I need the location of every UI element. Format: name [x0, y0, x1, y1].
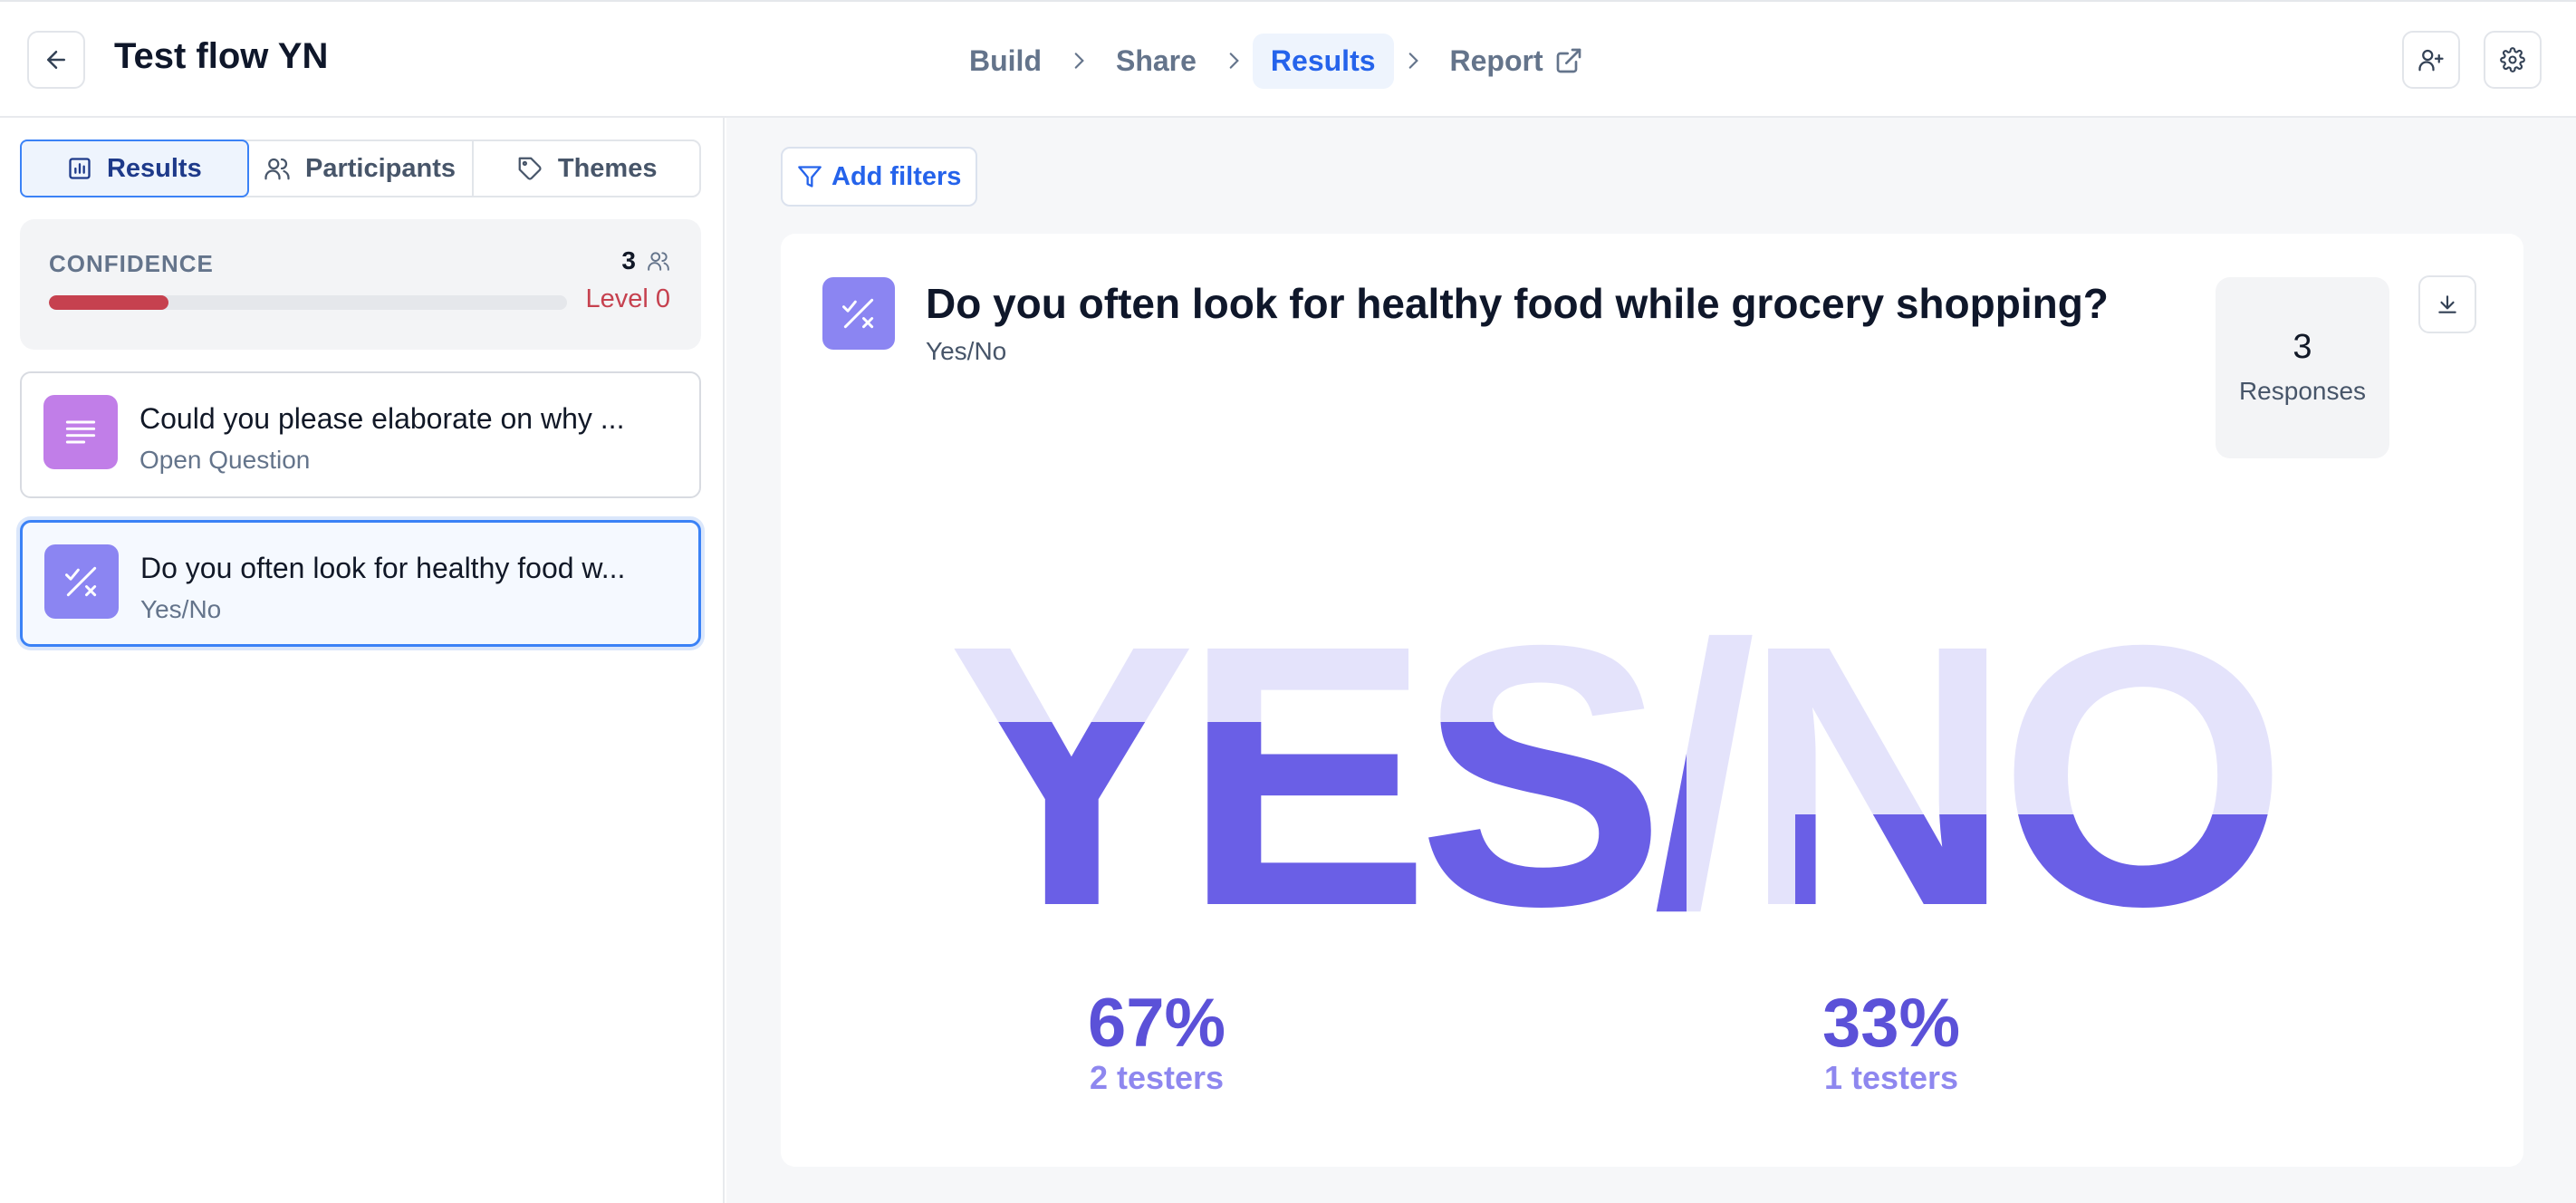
results-main: Add filters Do you often look for health… — [726, 118, 2576, 1203]
chevron-right-icon — [1218, 45, 1249, 76]
question-item-yesno[interactable]: Do you often look for healthy food w... … — [20, 520, 701, 647]
text-lines-icon — [65, 420, 96, 444]
flow-steps: Build Share Results Report — [951, 29, 1601, 92]
tab-participants-label: Participants — [305, 153, 456, 183]
question-result-card: Do you often look for healthy food while… — [781, 234, 2523, 1167]
user-plus-icon — [2418, 49, 2444, 72]
settings-button[interactable] — [2484, 31, 2542, 89]
users-icon — [264, 158, 290, 180]
question-type: Open Question — [139, 446, 311, 474]
no-testers: 1 testers — [1823, 1059, 1959, 1096]
question-type-badge — [43, 395, 118, 469]
confidence-label: CONFIDENCE — [49, 250, 214, 277]
page-title: Test flow YN — [114, 36, 329, 76]
step-report-label: Report — [1449, 43, 1543, 77]
filter-icon — [798, 166, 822, 188]
step-share-label: Share — [1115, 43, 1197, 77]
back-button[interactable] — [27, 31, 85, 89]
arrow-left-icon — [47, 51, 65, 69]
confidence-progress-fill — [49, 295, 168, 310]
tab-participants[interactable]: Participants — [247, 141, 475, 196]
step-build-label: Build — [969, 43, 1042, 77]
tab-results-label: Results — [106, 153, 202, 183]
question-type-badge — [44, 544, 119, 619]
question-title: Do you often look for healthy food w... — [140, 552, 626, 584]
sidebar: Results Participants Themes CONFIDENCE 3… — [0, 118, 725, 1203]
step-results-label: Results — [1270, 43, 1376, 77]
add-filters-button[interactable]: Add filters — [781, 147, 978, 207]
step-build[interactable]: Build — [951, 34, 1060, 89]
gear-icon — [2500, 47, 2525, 72]
step-share[interactable]: Share — [1098, 34, 1215, 89]
confidence-panel: CONFIDENCE 3 Level 0 — [20, 219, 701, 350]
yes-percent: 67% — [1087, 985, 1226, 1062]
check-x-icon — [65, 566, 97, 597]
participant-count: 3 — [621, 246, 670, 275]
tab-themes-label: Themes — [557, 153, 658, 183]
participant-count-value: 3 — [621, 246, 636, 274]
chevron-right-icon — [1063, 45, 1094, 76]
chevron-right-icon — [1398, 45, 1428, 76]
step-results[interactable]: Results — [1252, 33, 1394, 89]
yes-testers: 2 testers — [1089, 1059, 1225, 1096]
question-type: Yes/No — [140, 595, 222, 623]
tab-results[interactable]: Results — [20, 140, 249, 197]
yes-result: 67% 2 testers — [1021, 984, 1293, 1097]
external-link-icon — [1556, 48, 1581, 73]
invite-user-button[interactable] — [2402, 31, 2460, 89]
tab-themes[interactable]: Themes — [474, 141, 699, 196]
no-percent: 33% — [1821, 985, 1961, 1062]
bar-chart-icon — [69, 158, 91, 179]
tag-icon — [518, 157, 542, 180]
sidebar-tabs: Results Participants Themes — [20, 140, 701, 197]
step-report[interactable]: Report — [1432, 34, 1601, 89]
confidence-level: Level 0 — [585, 284, 670, 313]
question-title: Could you please elaborate on why ... — [139, 402, 625, 435]
users-icon — [648, 252, 669, 271]
add-filters-label: Add filters — [831, 161, 962, 191]
top-bar: Test flow YN Build Share Results Report — [0, 0, 2576, 118]
question-item-open[interactable]: Could you please elaborate on why ... Op… — [20, 371, 701, 498]
confidence-progress-track — [49, 295, 567, 310]
no-result: 33% 1 testers — [1755, 984, 2027, 1097]
